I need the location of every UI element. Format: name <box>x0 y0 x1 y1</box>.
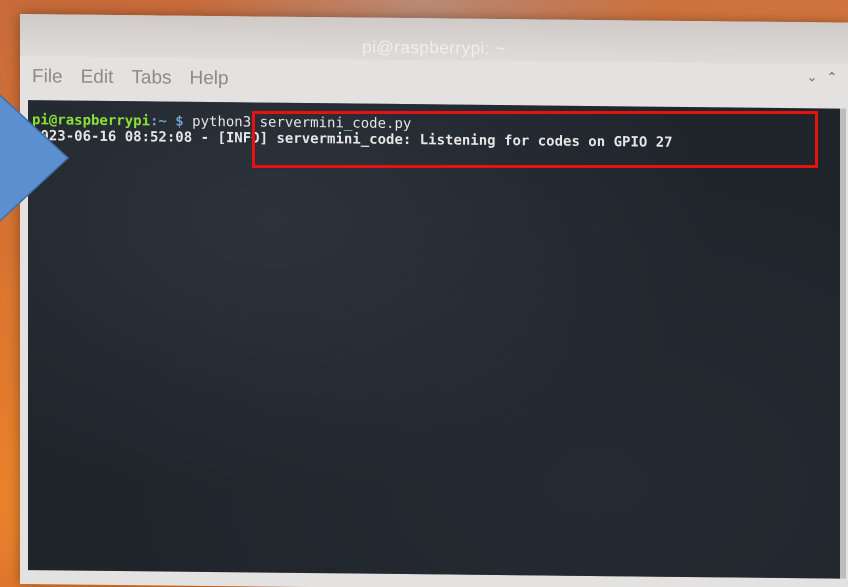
terminal-output[interactable]: pi@raspberrypi:~ $ python3 servermini_co… <box>28 100 840 579</box>
arrow-right-icon <box>0 94 70 222</box>
title-bar[interactable]: pi@raspberrypi: ~ <box>20 14 848 65</box>
photo-background: pi@raspberrypi: ~ ⌄ ⌃ File Edit Tabs Hel… <box>0 0 848 587</box>
menu-tabs[interactable]: Tabs <box>131 67 171 97</box>
menu-edit[interactable]: Edit <box>81 67 114 97</box>
chevron-down-icon[interactable]: ⌄ <box>804 70 820 86</box>
terminal-scrollbar[interactable] <box>840 108 846 579</box>
menu-help[interactable]: Help <box>190 68 229 98</box>
window-title: pi@raspberrypi: ~ <box>362 37 506 59</box>
terminal-window: pi@raspberrypi: ~ ⌄ ⌃ File Edit Tabs Hel… <box>20 14 848 587</box>
chevron-up-icon[interactable]: ⌃ <box>824 70 840 86</box>
prompt-path: :~ $ <box>150 113 184 130</box>
highlight-box <box>252 111 818 168</box>
